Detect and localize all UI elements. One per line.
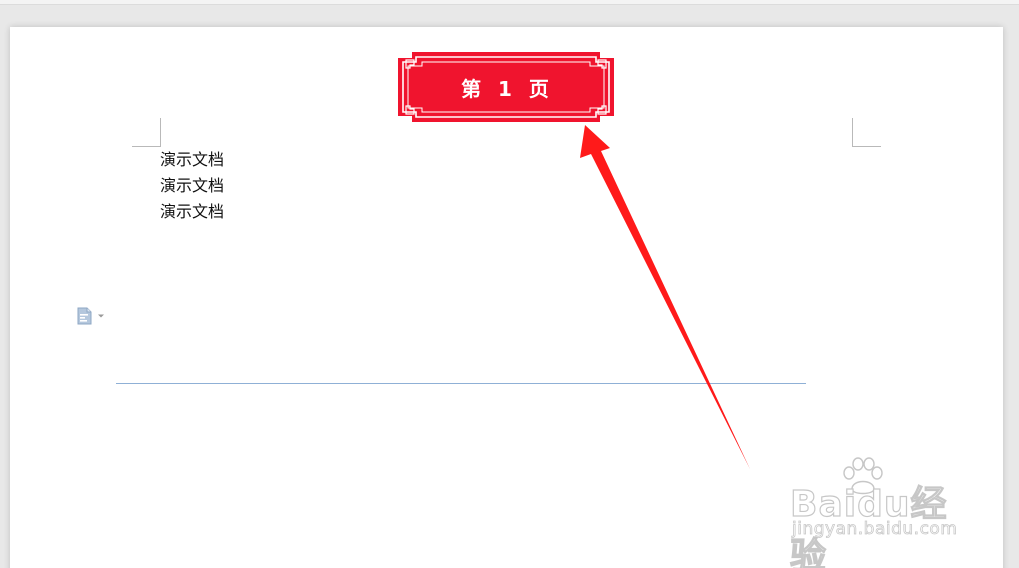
margin-marker-right — [852, 118, 881, 147]
watermark-url: jingyan.baidu.com — [792, 519, 958, 540]
header-boundary-line — [116, 383, 806, 384]
paste-options-button[interactable] — [76, 306, 116, 326]
document-line[interactable]: 演示文档 — [160, 147, 224, 173]
document-line[interactable]: 演示文档 — [160, 173, 224, 199]
document-page[interactable]: 演示文档 演示文档 演示文档 第 1 页 Baidu经验 jingyan.bai… — [10, 27, 1003, 568]
document-line[interactable]: 演示文档 — [160, 199, 224, 225]
margin-marker-left — [132, 118, 161, 147]
word-processor-window: 演示文档 演示文档 演示文档 第 1 页 Baidu经验 jingyan.bai… — [0, 0, 1019, 568]
caret-down-icon — [98, 314, 104, 318]
document-body[interactable]: 演示文档 演示文档 演示文档 — [160, 147, 224, 225]
ruler-strip — [0, 0, 1019, 5]
page-number-badge[interactable]: 第 1 页 — [398, 52, 614, 122]
page-number-text: 第 1 页 — [461, 76, 551, 101]
watermark: Baidu经验 jingyan.baidu.com — [780, 457, 980, 568]
document-format-icon — [77, 307, 92, 325]
